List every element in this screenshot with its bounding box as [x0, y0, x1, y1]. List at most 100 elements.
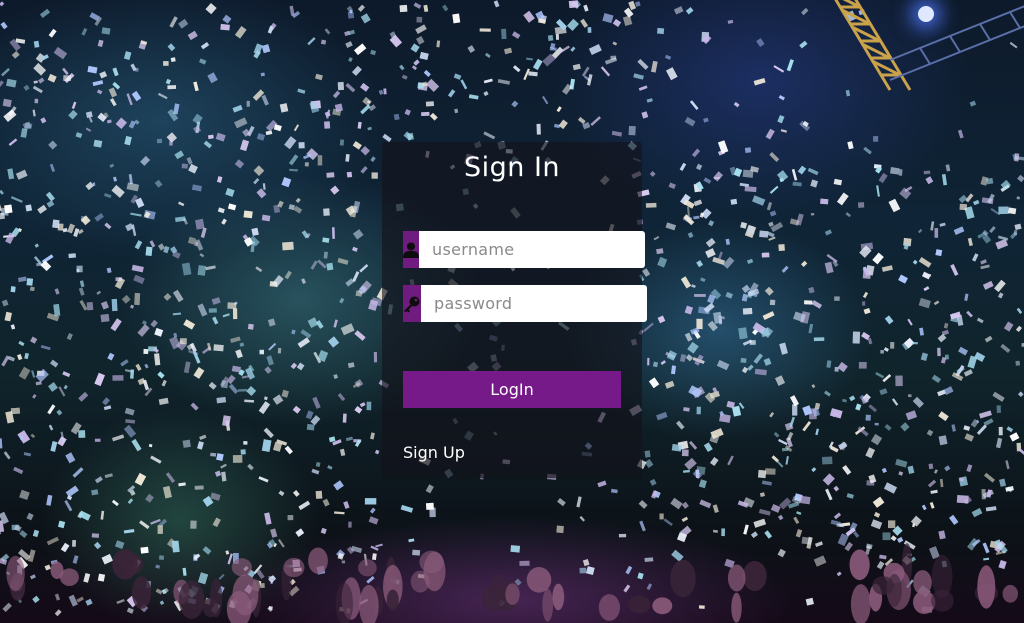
confetti-piece — [305, 410, 314, 420]
confetti-piece — [212, 517, 221, 528]
confetti-piece — [124, 407, 135, 416]
confetti-piece — [705, 237, 716, 248]
confetti-piece — [761, 252, 770, 258]
confetti-piece — [116, 599, 125, 605]
confetti-piece — [826, 360, 832, 368]
confetti-piece — [953, 226, 965, 235]
confetti-piece — [124, 135, 132, 146]
confetti-piece — [110, 318, 122, 332]
confetti-piece — [301, 278, 307, 285]
confetti-piece — [867, 337, 873, 345]
confetti-piece — [628, 0, 637, 11]
confetti-piece — [881, 265, 893, 272]
page-title: Sign In — [463, 152, 561, 183]
confetti-piece — [243, 210, 253, 219]
confetti-piece — [182, 567, 187, 576]
confetti-piece — [17, 430, 31, 444]
confetti-piece — [266, 355, 274, 366]
confetti-piece — [323, 251, 328, 259]
confetti-piece — [399, 4, 408, 13]
confetti-piece — [149, 240, 156, 248]
login-button[interactable]: LogIn — [403, 371, 621, 408]
confetti-piece — [255, 266, 263, 273]
confetti-piece — [360, 13, 371, 24]
crowd-hand — [977, 565, 996, 609]
confetti-piece — [225, 550, 230, 555]
confetti-piece — [876, 185, 880, 197]
confetti-piece — [315, 73, 323, 81]
confetti-piece — [25, 204, 33, 212]
confetti-piece — [811, 467, 817, 473]
confetti-piece — [154, 327, 164, 337]
confetti-piece — [693, 215, 700, 220]
confetti-piece — [368, 516, 379, 525]
confetti-piece — [532, 58, 543, 71]
confetti-piece — [501, 28, 507, 40]
crowd-hand — [481, 584, 508, 612]
confetti-piece — [671, 365, 676, 375]
confetti-piece — [933, 300, 940, 306]
confetti-piece — [687, 341, 699, 354]
confetti-piece — [374, 449, 380, 455]
confetti-piece — [360, 82, 370, 92]
confetti-piece — [423, 69, 431, 77]
confetti-piece — [665, 67, 678, 81]
confetti-piece — [930, 489, 938, 494]
confetti-piece — [739, 182, 750, 187]
confetti-piece — [218, 573, 225, 580]
confetti-piece — [324, 28, 331, 35]
crowd-hand — [6, 555, 25, 592]
confetti-piece — [588, 44, 602, 56]
confetti-piece — [556, 525, 564, 534]
confetti-piece — [880, 350, 884, 354]
confetti-piece — [642, 268, 651, 277]
confetti-piece — [698, 605, 705, 609]
confetti-piece — [33, 62, 47, 76]
confetti-piece — [874, 422, 879, 426]
confetti-piece — [333, 319, 338, 328]
signup-link[interactable]: Sign Up — [403, 443, 465, 462]
confetti-piece — [330, 185, 340, 195]
confetti-piece — [193, 125, 201, 134]
confetti-piece — [786, 431, 794, 441]
confetti-piece — [577, 116, 586, 125]
confetti-piece — [123, 51, 132, 61]
confetti-piece — [287, 515, 294, 521]
confetti-piece — [210, 452, 217, 457]
confetti-piece — [46, 494, 53, 506]
confetti-piece — [730, 198, 738, 205]
confetti-piece — [362, 96, 372, 107]
confetti-piece — [251, 227, 259, 236]
confetti-piece — [191, 184, 203, 192]
confetti-piece — [989, 226, 996, 234]
confetti-piece — [127, 498, 134, 505]
confetti-piece — [370, 49, 377, 56]
confetti-piece — [761, 480, 772, 486]
confetti-piece — [646, 98, 653, 103]
confetti-piece — [995, 238, 1009, 250]
confetti-piece — [131, 438, 142, 452]
confetti-piece — [483, 91, 489, 97]
confetti-piece — [183, 361, 191, 374]
confetti-piece — [143, 348, 149, 354]
confetti-piece — [676, 420, 685, 430]
confetti-piece — [483, 131, 496, 140]
confetti-piece — [112, 375, 124, 381]
confetti-piece — [789, 395, 799, 407]
confetti-piece — [102, 397, 111, 406]
confetti-piece — [770, 503, 781, 513]
confetti-piece — [298, 142, 305, 149]
confetti-piece — [221, 218, 227, 225]
confetti-piece — [759, 230, 769, 238]
password-input[interactable] — [421, 285, 647, 322]
confetti-piece — [852, 331, 861, 344]
username-input[interactable] — [419, 231, 645, 268]
confetti-piece — [18, 366, 31, 380]
confetti-piece — [727, 19, 734, 24]
confetti-piece — [693, 199, 703, 207]
confetti-piece — [673, 6, 684, 15]
confetti-piece — [31, 370, 36, 378]
confetti-piece — [911, 342, 918, 345]
confetti-piece — [929, 502, 935, 509]
confetti-piece — [34, 98, 39, 104]
